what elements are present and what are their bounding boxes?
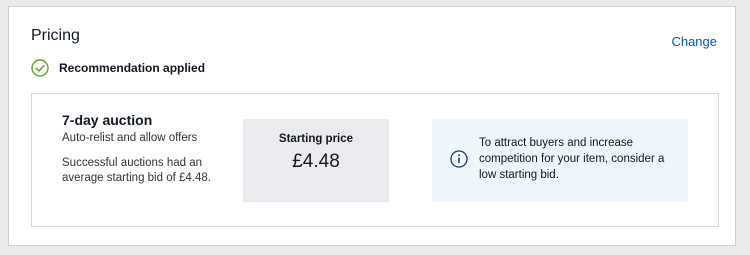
format-subtitle: Auto-relist and allow offers — [62, 132, 198, 144]
info-icon — [450, 150, 468, 168]
format-note: Successful auctions had an average start… — [62, 157, 211, 184]
check-circle-icon — [31, 59, 49, 77]
recommendation-status: Recommendation applied — [31, 59, 205, 77]
section-title: Pricing — [31, 27, 80, 44]
info-text: To attract buyers and increase competiti… — [479, 137, 665, 181]
recommendation-label: Recommendation applied — [59, 61, 206, 75]
recommendation-panel: 7-day auction Auto-relist and allow offe… — [31, 93, 719, 227]
format-details: 7-day auction Auto-relist and allow offe… — [62, 112, 212, 186]
starting-price-label: Starting price — [278, 133, 354, 145]
starting-price-value: £4.48 — [292, 151, 340, 172]
change-link[interactable]: Change — [671, 34, 717, 49]
pricing-card: Pricing Change Recommendation applied 7-… — [8, 6, 736, 246]
starting-price-box: Starting price £4.48 — [243, 119, 389, 202]
info-message: To attract buyers and increase competiti… — [432, 119, 688, 202]
format-title: 7-day auction — [62, 112, 153, 128]
